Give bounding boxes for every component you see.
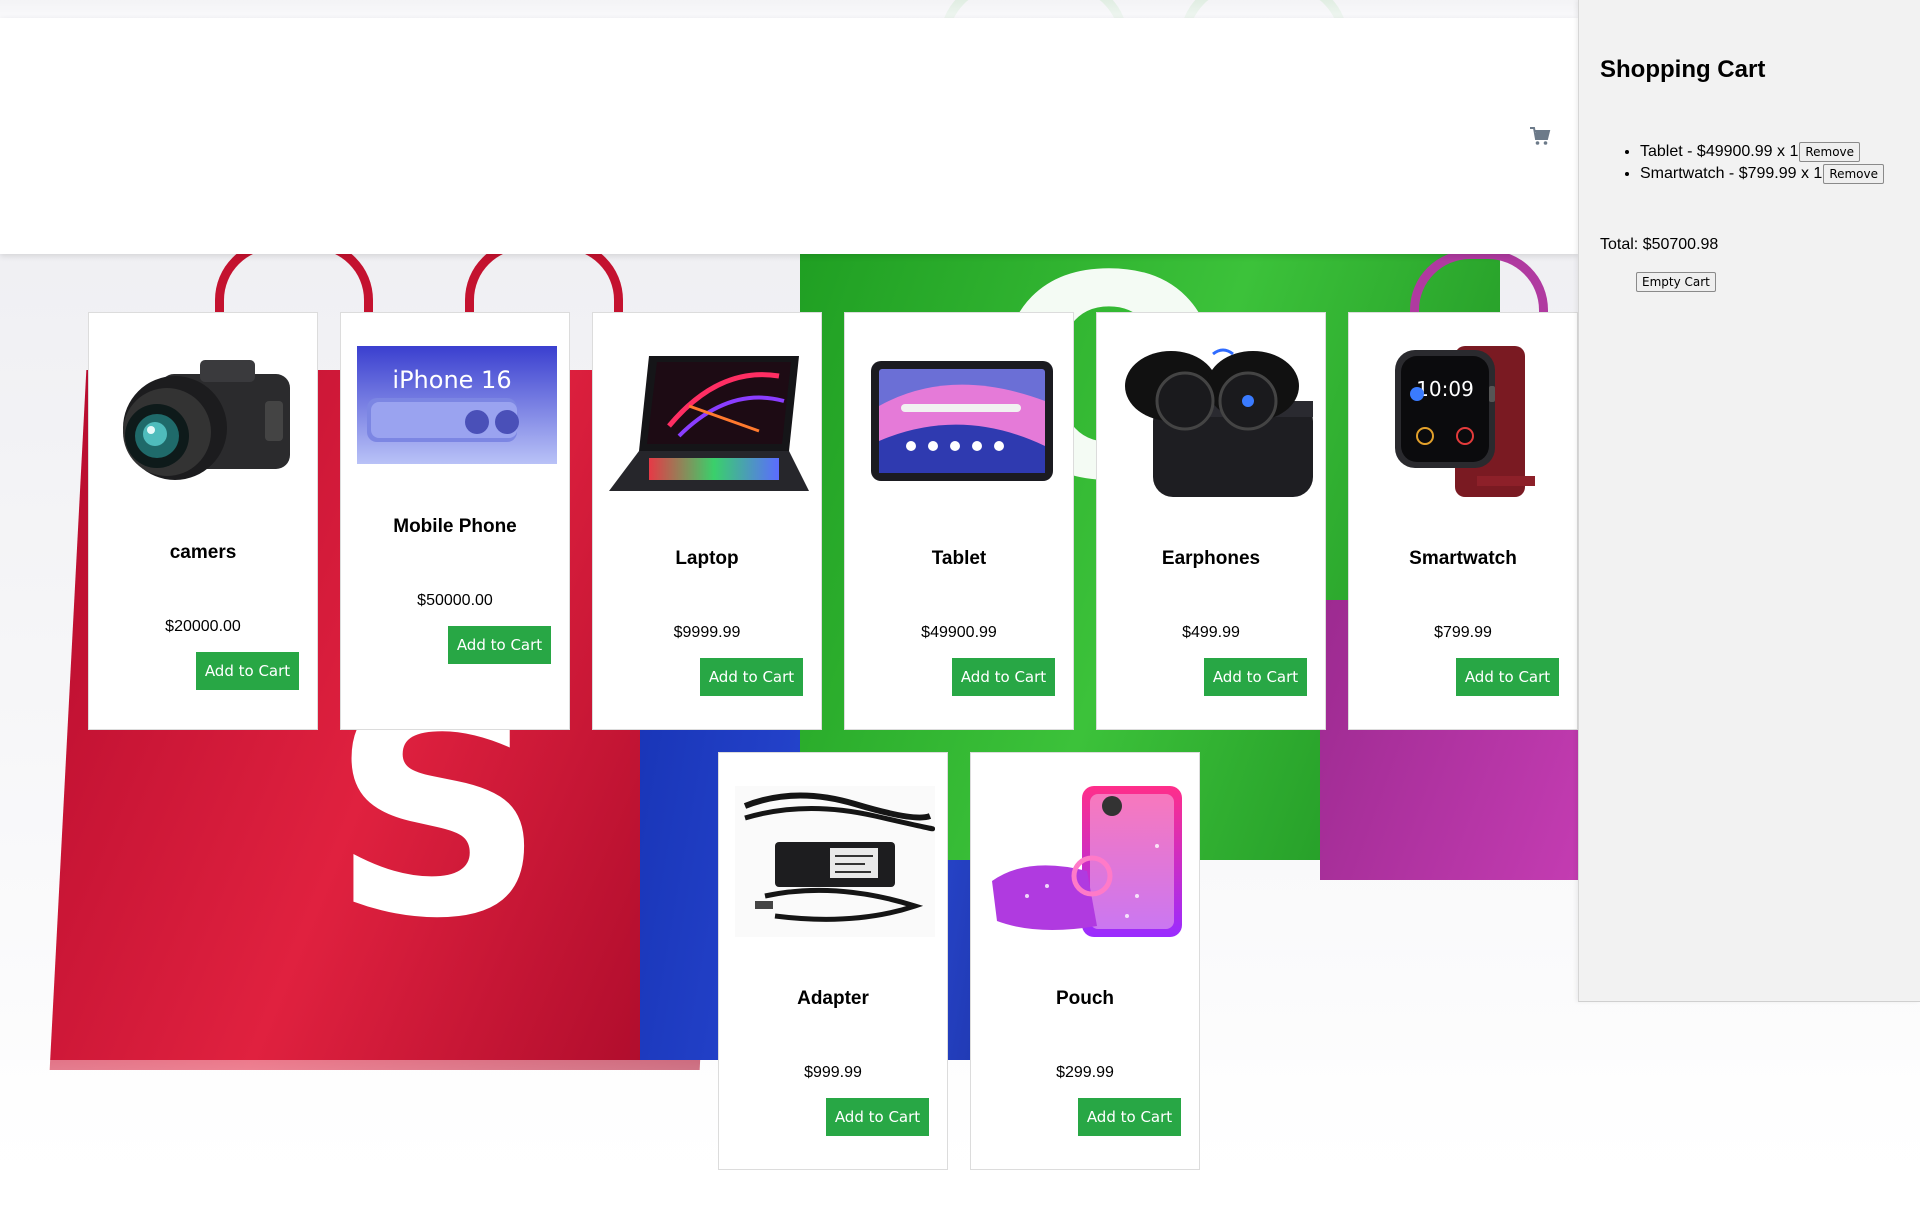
product-card-adapter: Adapter $999.99 Add to Cart — [718, 752, 948, 1170]
product-name: camers — [169, 542, 237, 563]
add-to-cart-button[interactable]: Add to Cart — [1204, 658, 1307, 696]
empty-cart-button[interactable]: Empty Cart — [1636, 272, 1716, 292]
product-name: Earphones — [1161, 548, 1261, 569]
shopping-cart-icon[interactable] — [1529, 125, 1551, 147]
product-price: $50000.00 — [417, 592, 493, 609]
cart-total: Total: $50700.98 — [1600, 236, 1719, 253]
cart-item: Tablet - $49900.99 x 1Remove — [1640, 142, 1884, 164]
adapter-image — [735, 786, 935, 937]
product-name: Mobile Phone — [393, 516, 517, 537]
product-name: Smartwatch — [1409, 548, 1517, 569]
pouch-image — [987, 786, 1187, 937]
tablet-image — [861, 346, 1061, 497]
product-name: Laptop — [675, 548, 739, 569]
product-price: $799.99 — [1434, 624, 1492, 641]
cart-item: Smartwatch - $799.99 x 1Remove — [1640, 164, 1885, 186]
phone-image-text: iPhone 16 — [392, 366, 511, 394]
cart-item-label: Smartwatch - $799.99 x 1 — [1640, 165, 1823, 182]
shopping-cart-panel: Shopping Cart Tablet - $49900.99 x 1Remo… — [1578, 0, 1920, 1002]
add-to-cart-button[interactable]: Add to Cart — [1456, 658, 1559, 696]
product-card-earphones: Earphones $499.99 Add to Cart — [1096, 312, 1326, 730]
add-to-cart-button[interactable]: Add to Cart — [826, 1098, 929, 1136]
product-card-mobile-phone: iPhone 16 Mobile Phone $50000.00 Add to … — [340, 312, 570, 730]
add-to-cart-button[interactable]: Add to Cart — [700, 658, 803, 696]
product-price: $9999.99 — [673, 624, 741, 641]
product-name: Pouch — [1055, 988, 1115, 1009]
product-price: $49900.99 — [921, 624, 997, 641]
product-name: Tablet — [931, 548, 987, 569]
product-card-pouch: Pouch $299.99 Add to Cart — [970, 752, 1200, 1170]
top-strip — [0, 0, 1578, 18]
watch-time-text: 10:09 — [1416, 377, 1474, 401]
product-card-tablet: Tablet $49900.99 Add to Cart — [844, 312, 1074, 730]
earphones-image — [1113, 346, 1313, 497]
cart-item-list: Tablet - $49900.99 x 1Remove Smartwatch … — [1600, 142, 1885, 186]
product-card-smartwatch: 10:09 Smartwatch $799.99 Add to Cart — [1348, 312, 1578, 730]
product-card-laptop: Laptop $9999.99 Add to Cart — [592, 312, 822, 730]
phone-image: iPhone 16 — [357, 346, 557, 464]
smartwatch-image: 10:09 — [1365, 346, 1565, 497]
add-to-cart-button[interactable]: Add to Cart — [196, 652, 299, 690]
product-price: $999.99 — [804, 1064, 862, 1081]
product-price: $499.99 — [1182, 624, 1240, 641]
product-price: $20000.00 — [165, 618, 241, 635]
product-price: $299.99 — [1056, 1064, 1114, 1081]
site-header — [0, 18, 1578, 254]
remove-button[interactable]: Remove — [1823, 164, 1885, 184]
add-to-cart-button[interactable]: Add to Cart — [448, 626, 551, 664]
remove-button[interactable]: Remove — [1799, 142, 1861, 162]
add-to-cart-button[interactable]: Add to Cart — [952, 658, 1055, 696]
camera-image — [105, 346, 305, 497]
laptop-image — [609, 346, 809, 497]
product-card-camera: camers $20000.00 Add to Cart — [88, 312, 318, 730]
add-to-cart-button[interactable]: Add to Cart — [1078, 1098, 1181, 1136]
cart-item-label: Tablet - $49900.99 x 1 — [1640, 143, 1799, 160]
product-name: Adapter — [797, 988, 869, 1009]
cart-title: Shopping Cart — [1600, 56, 1766, 83]
